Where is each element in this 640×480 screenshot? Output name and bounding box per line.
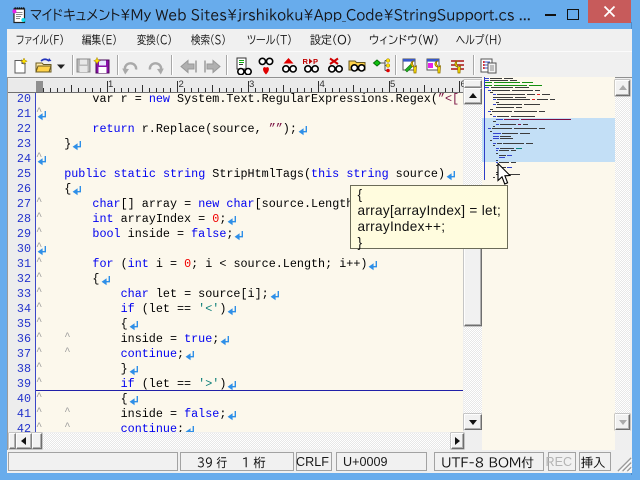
- svg-text:P: P: [313, 57, 318, 66]
- svg-text:R: R: [303, 57, 309, 66]
